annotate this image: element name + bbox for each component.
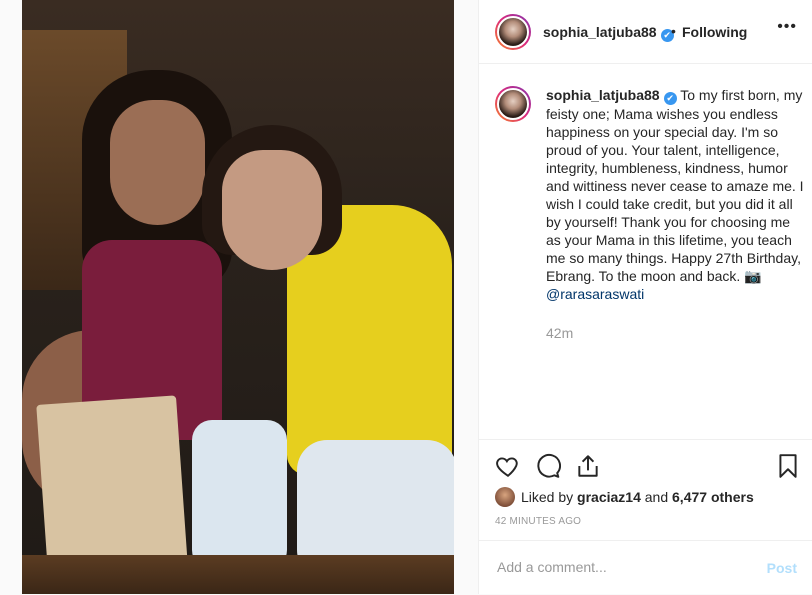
photo-menu-card xyxy=(36,395,188,575)
more-options-icon[interactable]: ••• xyxy=(777,18,797,36)
comment-bar: Post xyxy=(479,540,812,595)
caption-body: To my first born, my feisty one; Mama wi… xyxy=(546,87,804,284)
photo-figure-face-right xyxy=(222,150,322,270)
comment-icon[interactable] xyxy=(535,453,561,479)
post-header: sophia_latjuba88 ✔ • Following ••• xyxy=(479,0,812,64)
liker-username[interactable]: graciaz14 xyxy=(577,489,641,505)
author-username[interactable]: sophia_latjuba88 ✔ xyxy=(543,24,674,42)
heart-icon[interactable] xyxy=(495,453,521,479)
following-button[interactable]: Following xyxy=(682,24,747,40)
likes-prefix: Liked by xyxy=(521,489,574,505)
caption-mention-link[interactable]: @rarasaraswati xyxy=(546,286,644,302)
separator-dot: • xyxy=(671,23,676,39)
post-caption: sophia_latjuba88 ✔ To my first born, my f… xyxy=(495,86,805,341)
caption-username[interactable]: sophia_latjuba88 ✔ xyxy=(546,87,677,105)
likes-summary: Liked by graciaz14 and 6,477 others xyxy=(495,487,754,507)
photo-tissue xyxy=(192,420,287,570)
post-timestamp[interactable]: 42 MINUTES AGO xyxy=(495,516,581,527)
photo-figure-face-left xyxy=(110,100,205,225)
liker-avatar[interactable] xyxy=(495,487,515,507)
caption-author-avatar[interactable] xyxy=(495,86,531,122)
caption-verified-badge-icon: ✔ xyxy=(663,92,677,105)
likes-conjunction: and xyxy=(644,489,669,505)
caption-time[interactable]: 42m xyxy=(546,325,805,341)
caption-username-text[interactable]: sophia_latjuba88 xyxy=(546,87,660,103)
share-icon[interactable] xyxy=(575,453,601,479)
post-photo[interactable] xyxy=(22,0,454,594)
likes-count[interactable]: 6,477 others xyxy=(672,489,754,505)
photo-table xyxy=(22,555,454,594)
bookmark-icon[interactable] xyxy=(775,453,801,479)
comment-input[interactable] xyxy=(495,558,749,576)
author-avatar[interactable] xyxy=(495,14,531,50)
post-side-panel: sophia_latjuba88 ✔ • Following ••• sophia… xyxy=(478,0,812,594)
post-comment-button[interactable]: Post xyxy=(767,560,797,576)
caption-text-block: sophia_latjuba88 ✔ To my first born, my f… xyxy=(546,86,805,303)
author-username-text[interactable]: sophia_latjuba88 xyxy=(543,24,657,40)
